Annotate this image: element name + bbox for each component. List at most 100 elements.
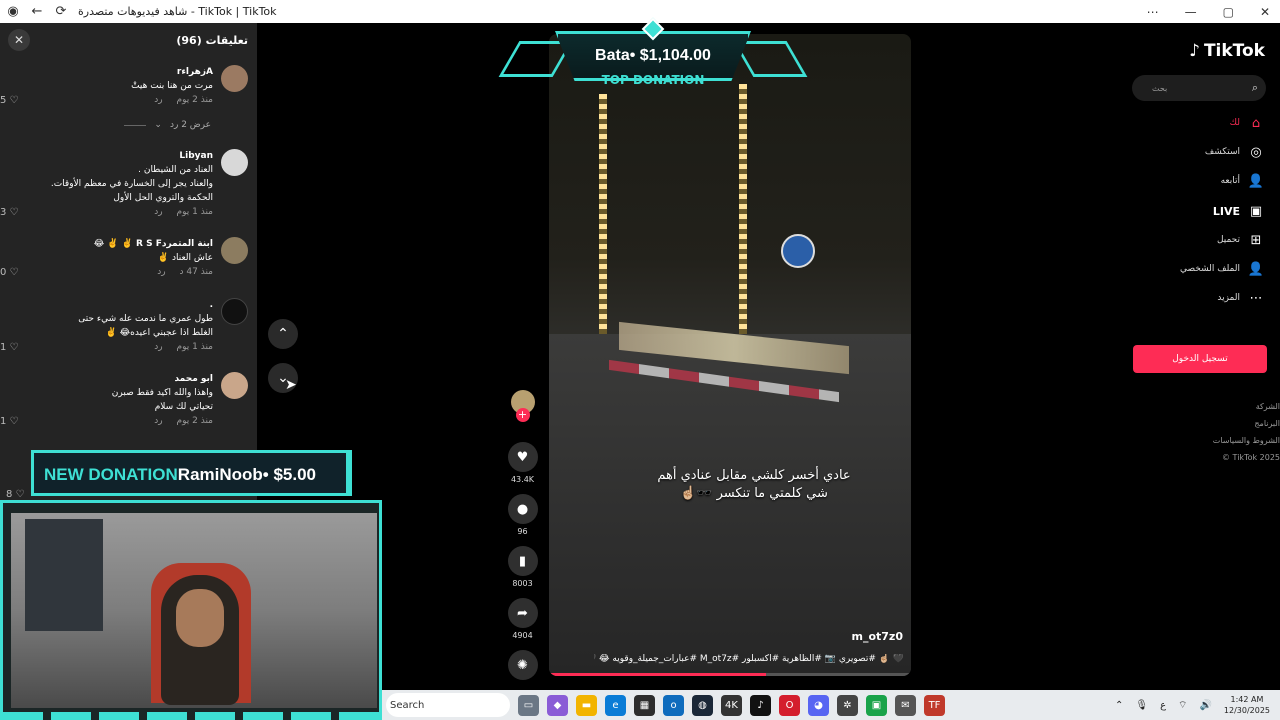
footer-link-company[interactable]: الشركة: [1132, 398, 1280, 415]
like-comment-button[interactable]: 0 ♡: [0, 267, 19, 278]
avatar[interactable]: [221, 65, 248, 92]
avatar[interactable]: [221, 149, 248, 176]
mail-icon[interactable]: ✉: [895, 694, 916, 716]
tiktok-icon[interactable]: ♪: [750, 694, 771, 716]
minimize-icon[interactable]: —: [1185, 5, 1197, 19]
view-replies-button[interactable]: عرض 2 رد ⌄: [124, 120, 211, 130]
reply-button[interactable]: رد: [154, 340, 162, 354]
login-button[interactable]: تسجيل الدخول: [1133, 345, 1267, 373]
save-count: 8003: [512, 579, 533, 588]
comment-count: 96: [517, 527, 528, 536]
like-comment-button[interactable]: 1 ♡: [0, 416, 19, 427]
comment-text: واهذا والله اكيد فقط صبرن تحياتي لك سلام: [111, 388, 213, 412]
screen: ◉ ← ⟳ شاهد فيديوهات متصدرة - TikTok | Ti…: [0, 0, 1280, 720]
music-disc-action[interactable]: ✺: [505, 650, 540, 683]
tiktok-sidebar: ♪ TikTok ⌕ بحث ⌂ لك ◎ استكشف 👤 أتابعه ▣ LIVE ⊞…: [1132, 23, 1280, 690]
taskbar-search[interactable]: Search: [386, 693, 510, 717]
live-tv-icon: ▣: [1249, 203, 1263, 219]
search-icon[interactable]: ⌕: [1252, 81, 1258, 95]
sidebar-item-upload[interactable]: ⊞ تحميل: [1217, 230, 1264, 250]
tiktok-logo[interactable]: ♪ TikTok: [1189, 41, 1265, 61]
bookmark-icon[interactable]: ▮: [507, 546, 538, 576]
previous-video-button[interactable]: ⌃: [268, 319, 298, 349]
footer-links: الشركة البرنامج الشروط والسياسات TikTok …: [1132, 398, 1280, 466]
video-player[interactable]: عادي أخسر كلشي مقابل عنادي أهم شي كلمتي …: [549, 34, 911, 676]
share-icon[interactable]: ➦: [507, 598, 538, 628]
opera-icon[interactable]: O: [779, 694, 800, 716]
like-comment-button[interactable]: 8 ♡: [6, 489, 25, 500]
tf-app-icon[interactable]: TF: [924, 694, 945, 716]
refresh-icon[interactable]: ⟳: [52, 4, 70, 19]
footer-link-program[interactable]: البرنامج: [1132, 415, 1280, 432]
copilot-icon[interactable]: ◆: [547, 694, 568, 716]
microphone-icon[interactable]: 🎙: [1135, 700, 1148, 711]
reply-button[interactable]: رد: [154, 205, 162, 219]
like-count: 1: [0, 416, 7, 427]
sidebar-item-for-you[interactable]: ⌂ لك: [1230, 113, 1264, 133]
view-replies-label: عرض 2 رد: [169, 120, 211, 130]
sidebar-item-following[interactable]: 👤 أتابعه: [1221, 171, 1264, 191]
close-comments-button[interactable]: ✕: [8, 29, 30, 51]
language-indicator[interactable]: ع: [1160, 700, 1166, 711]
reply-button[interactable]: رد: [154, 93, 162, 107]
chatgpt-icon[interactable]: ✲: [837, 694, 858, 716]
chevron-up-icon[interactable]: ⌃: [1115, 700, 1123, 711]
footer-link-terms[interactable]: الشروط والسياسات: [1132, 432, 1280, 449]
clock[interactable]: 1:42 AM 12/30/2025: [1224, 694, 1270, 716]
reply-button[interactable]: رد: [157, 265, 165, 279]
task-view-icon[interactable]: ▭: [518, 694, 539, 716]
heart-icon[interactable]: ♥: [507, 442, 538, 472]
outlook-icon[interactable]: o: [663, 694, 684, 716]
comment-author[interactable]: ابو محمد: [3, 372, 213, 386]
volume-icon[interactable]: 🔊: [1199, 700, 1211, 711]
sidebar-item-live[interactable]: ▣ LIVE: [1213, 201, 1264, 221]
video-author[interactable]: m_ot7z0: [852, 630, 904, 643]
reply-button[interactable]: رد: [154, 414, 162, 428]
comment-author[interactable]: .: [3, 298, 213, 312]
search-input[interactable]: ⌕ بحث: [1132, 75, 1266, 101]
comment-author[interactable]: ابنة المتمردR S F ✌️ ✌️ 😂: [3, 237, 213, 251]
app-4k-icon[interactable]: 4K: [721, 694, 742, 716]
network-icon[interactable]: ⌔: [1178, 699, 1187, 712]
avatar[interactable]: [221, 237, 248, 264]
comment-item: Aزهراءr مرت من هنا بنت هيتْ منذ 2 يوم رد …: [0, 65, 248, 107]
steam-icon[interactable]: ◍: [692, 694, 713, 716]
sidebar-item-profile[interactable]: 👤 الملف الشخصي: [1180, 259, 1264, 279]
creator-avatar-action[interactable]: +: [505, 390, 540, 422]
like-comment-button[interactable]: 5 ♡: [0, 95, 19, 106]
comment-author[interactable]: Libyan: [3, 149, 213, 163]
like-comment-button[interactable]: 1 ♡: [0, 342, 19, 353]
new-donation-overlay: NEW DONATIONRamiNoob• $5.00: [31, 450, 352, 496]
comment-item: . طول عمري ما ندمت عله شيء حتى الغلط اذا…: [0, 298, 248, 354]
obs-icon[interactable]: ▣: [866, 694, 887, 716]
discord-icon[interactable]: ◕: [808, 694, 829, 716]
follow-button[interactable]: +: [515, 408, 530, 422]
video-hashtags[interactable]: 🖤 ☝🏼 #تصويري 📷 #الظاهرية #اكسبلور #M_ot7…: [594, 654, 904, 664]
app-icon: ◉: [7, 4, 19, 19]
save-action[interactable]: ▮ 8003: [505, 546, 540, 588]
back-icon[interactable]: ←: [28, 4, 46, 19]
file-explorer-icon[interactable]: ▬: [576, 694, 597, 716]
store-icon[interactable]: ▦: [634, 694, 655, 716]
comment-author[interactable]: Aزهراءr: [3, 65, 213, 79]
like-action[interactable]: ♥ 43.4K: [505, 442, 540, 484]
comment-action[interactable]: ● 96: [505, 494, 540, 536]
share-action[interactable]: ➦ 4904: [505, 598, 540, 640]
music-disc-icon[interactable]: ✺: [507, 650, 538, 680]
webcam-face: [176, 589, 224, 647]
sidebar-item-more[interactable]: ⋯ المزيد: [1217, 288, 1264, 308]
avatar[interactable]: [221, 298, 248, 325]
comment-text: عاش العناد ✌️: [157, 253, 213, 263]
edge-icon[interactable]: e: [605, 694, 626, 716]
top-donation-overlay: Bata• $1,104.00 TOP DONATION: [498, 17, 808, 90]
video-progress-bar[interactable]: [549, 673, 911, 676]
user-follow-icon: 👤: [1247, 173, 1264, 189]
sidebar-item-explore[interactable]: ◎ استكشف: [1205, 142, 1264, 162]
comment-icon[interactable]: ●: [507, 494, 538, 524]
menu-icon[interactable]: ⋯: [1147, 5, 1159, 19]
avatar[interactable]: [221, 372, 248, 399]
like-count: 3: [0, 207, 7, 218]
maximize-icon[interactable]: ▢: [1223, 5, 1234, 19]
close-window-icon[interactable]: ✕: [1260, 5, 1270, 19]
like-comment-button[interactable]: 3 ♡: [0, 207, 19, 218]
